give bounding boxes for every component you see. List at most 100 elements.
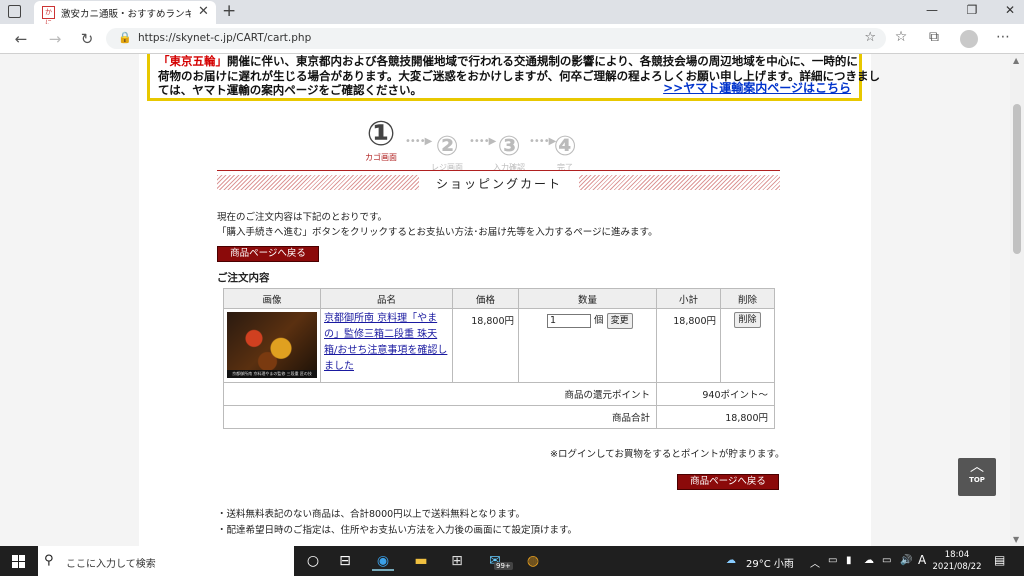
item-price: 18,800円 (452, 308, 519, 383)
ime-indicator[interactable]: A (918, 553, 926, 567)
profile-avatar[interactable] (960, 30, 978, 48)
scroll-down-icon[interactable]: ▼ (1013, 535, 1019, 544)
clock[interactable]: 18:04 2021/08/22 (932, 549, 982, 573)
intro-text-1: 現在のご注文内容は下記のとおりです。 (217, 212, 388, 223)
refresh-icon[interactable]: ↻ (78, 30, 96, 48)
intro-text-2: 「購入手続きへ進む」ボタンをクリックするとお支払い方法･お届け先等を入力するペー… (217, 227, 658, 238)
windows-start-icon[interactable] (12, 555, 25, 568)
back-icon[interactable]: ← (12, 30, 30, 48)
step-number: ③ (497, 131, 521, 162)
item-qty-cell: 1 個 変更 (518, 308, 657, 383)
more-menu-icon[interactable]: ⋯ (994, 29, 1012, 45)
header-price: 価格 (452, 288, 519, 309)
table-header-row: 画像 品名 価格 数量 小計 削除 (223, 288, 775, 309)
tab-title: 激安カニ通販・おすすめランキング・カ (61, 9, 191, 20)
mail-badge: 99+ (494, 562, 513, 570)
restore-icon[interactable]: ❐ (962, 3, 982, 17)
battery-icon[interactable]: ▮ (846, 555, 852, 566)
minimize-icon[interactable]: — (922, 3, 942, 17)
store-icon[interactable]: ⊞ (446, 553, 468, 569)
login-points-note: ※ログインしてお買物をするとポイントが貯まります。 (550, 449, 785, 460)
qty-unit: 個 (594, 315, 604, 326)
item-image-cell: 京都御所南 京料理やまの監修 三段重 匠の技 (223, 308, 321, 383)
tab-active[interactable]: かに 激安カニ通販・おすすめランキング・カ ✕ (34, 1, 216, 27)
notice-line-1: 「東京五輪」開催に伴い、東京都内および各競技開催地域で行われる交通規制の影響によ… (158, 54, 858, 69)
item-subtotal: 18,800円 (656, 308, 721, 383)
shipping-note-1: ・送料無料表記のない商品は、合計8000円以上で送料無料となります。 (217, 509, 525, 520)
change-qty-button[interactable]: 変更 (606, 312, 633, 329)
step-label: カゴ画面 (365, 153, 397, 162)
network-icon[interactable]: ▭ (882, 555, 891, 566)
tab-close-icon[interactable]: ✕ (198, 4, 209, 19)
scroll-up-icon[interactable]: ▲ (1013, 56, 1019, 65)
address-bar[interactable]: 🔒 https://skynet-c.jp/CART/cart.php ☆ (106, 28, 886, 49)
notifications-icon[interactable]: ▤ (994, 553, 1005, 567)
top-label: TOP (969, 476, 985, 484)
page-viewport: 「東京五輪」開催に伴い、東京都内および各競技開催地域で行われる交通規制の影響によ… (0, 54, 1010, 546)
product-image[interactable]: 京都御所南 京料理やまの監修 三段重 匠の技 (227, 312, 317, 378)
file-explorer-icon[interactable]: ▬ (410, 553, 432, 569)
yamato-info-link[interactable]: >>ヤマト運輸案内ページはこちら (663, 79, 851, 96)
chevron-up-icon: ︿ (970, 459, 984, 475)
navigation-bar: ← → ↻ 🔒 https://skynet-c.jp/CART/cart.ph… (0, 24, 1024, 54)
step-confirm: ③ 入力確認 (487, 132, 531, 173)
shipping-notice: 「東京五輪」開催に伴い、東京都内および各競技開催地域で行われる交通規制の影響によ… (147, 54, 880, 101)
points-label: 商品の還元ポイント (223, 382, 657, 406)
window-close-icon[interactable]: ✕ (1000, 3, 1020, 17)
cart-page: 「東京五輪」開催に伴い、東京都内および各競技開催地域で行われる交通規制の影響によ… (139, 54, 880, 546)
product-image-caption: 京都御所南 京料理やまの監修 三段重 匠の技 (227, 370, 317, 378)
taskbar-search[interactable]: ⚲ ここに入力して検索 (38, 546, 294, 576)
tab-actions-icon[interactable] (8, 5, 21, 18)
total-value: 18,800円 (656, 405, 775, 429)
scrollbar-thumb[interactable] (1013, 104, 1021, 254)
onedrive-icon[interactable]: ☁ (864, 555, 874, 566)
meet-now-icon[interactable]: ▭ (828, 555, 837, 566)
header-image: 画像 (223, 288, 321, 309)
delete-item-button[interactable]: 削除 (734, 312, 761, 328)
shipping-note-2: ・配達希望日時のご指定は、住所やお支払い方法を入力後の画面にて設定頂けます。 (217, 525, 578, 536)
item-name-cell: 京都御所南 京料理「やまの」監修三箱二段重 珠天箱/おせち注意事項を確認しました (320, 308, 453, 383)
step-complete: ④ 完了 (545, 132, 585, 173)
forward-icon[interactable]: → (46, 30, 64, 48)
page-scrollbar[interactable]: ▲ ▼ (1010, 54, 1024, 546)
step-label: レジ画面 (431, 163, 463, 172)
task-view-icon[interactable]: ⊟ (334, 553, 356, 569)
cart-table: 画像 品名 価格 数量 小計 削除 京都御所南 京料理やまの監修 三段重 匠の技… (223, 288, 775, 429)
step-register: ② レジ画面 (425, 132, 469, 173)
notice-line-1-text: 開催に伴い、東京都内および各競技開催地域で行われる交通規制の影響により、各競技会… (227, 54, 858, 68)
order-section-title: ご注文内容 (217, 272, 270, 284)
clock-time: 18:04 (944, 550, 970, 560)
step-number: ④ (553, 131, 577, 162)
weather-text[interactable]: 29°C 小雨 (746, 555, 794, 570)
header-name: 品名 (320, 288, 453, 309)
item-delete-cell: 削除 (720, 308, 775, 383)
product-name-link[interactable]: 京都御所南 京料理「やまの」監修三箱二段重 珠天箱/おせち注意事項を確認しました (321, 309, 452, 377)
volume-icon[interactable]: 🔊 (900, 555, 912, 566)
notice-highlight: 「東京五輪」 (158, 54, 227, 68)
new-tab-icon[interactable]: + (222, 1, 236, 21)
points-row: 商品の還元ポイント 940ポイント～ (223, 382, 775, 406)
points-value: 940ポイント～ (656, 382, 775, 406)
table-row: 京都御所南 京料理やまの監修 三段重 匠の技 京都御所南 京料理「やまの」監修三… (223, 308, 775, 383)
favorites-icon[interactable]: ☆ (892, 29, 910, 45)
back-to-product-button[interactable]: 商品ページへ戻る (217, 246, 319, 262)
edge-icon[interactable]: ◉ (372, 553, 394, 571)
weather-icon[interactable]: ☁ (726, 555, 736, 566)
collections-icon[interactable]: ⧉ (925, 29, 943, 45)
lock-icon[interactable]: 🔒 (118, 31, 132, 44)
heading-rule (217, 170, 780, 171)
back-to-top-button[interactable]: ︿ TOP (958, 458, 996, 496)
tab-bar: かに 激安カニ通販・おすすめランキング・カ ✕ + — ❐ ✕ (0, 0, 1024, 27)
url-text[interactable]: https://skynet-c.jp/CART/cart.php (138, 32, 311, 44)
tray-expand-icon[interactable]: ︿ (810, 555, 820, 570)
quantity-input[interactable]: 1 (547, 313, 591, 328)
back-to-product-button-bottom[interactable]: 商品ページへ戻る (677, 474, 779, 490)
total-row: 商品合計 18,800円 (223, 405, 775, 429)
header-delete: 削除 (720, 288, 775, 309)
search-icon: ⚲ (44, 553, 54, 568)
favorite-star-icon[interactable]: ☆ (864, 30, 876, 45)
chrome-icon[interactable]: ◍ (522, 553, 544, 569)
total-label: 商品合計 (223, 405, 657, 429)
cortana-icon[interactable]: ○ (302, 553, 324, 569)
step-number: ② (435, 131, 459, 162)
